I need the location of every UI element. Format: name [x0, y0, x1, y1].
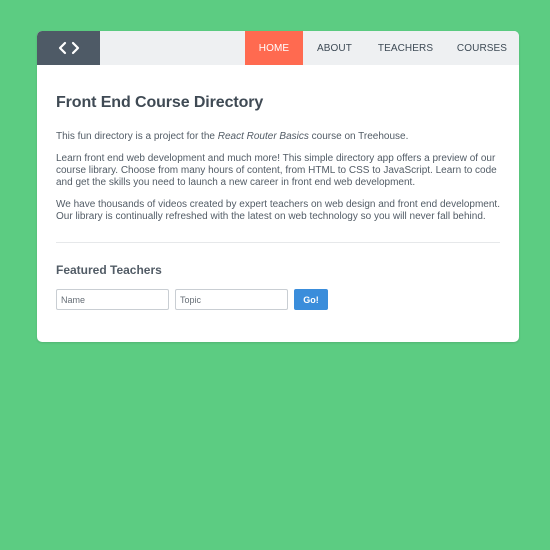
- main-card: HOME ABOUT TEACHERS COURSES Front End Co…: [37, 31, 519, 342]
- main-content: Front End Course Directory This fun dire…: [37, 94, 519, 310]
- featured-teachers-heading: Featured Teachers: [56, 263, 162, 277]
- intro-text-before: This fun directory is a project for the: [56, 131, 218, 142]
- page-title: Front End Course Directory: [56, 94, 264, 111]
- name-input[interactable]: [56, 289, 169, 310]
- code-brackets-icon: [58, 41, 79, 55]
- nav-teachers-link[interactable]: TEACHERS: [366, 31, 445, 65]
- top-navbar: HOME ABOUT TEACHERS COURSES: [37, 31, 519, 65]
- section-divider: [56, 242, 500, 243]
- go-button[interactable]: Go!: [294, 289, 328, 310]
- description-paragraph: Learn front end web development and much…: [56, 153, 497, 188]
- logo[interactable]: [37, 31, 100, 65]
- intro-text-after: course on Treehouse.: [308, 131, 409, 142]
- nav-links: HOME ABOUT TEACHERS COURSES: [245, 31, 519, 65]
- teacher-search-form: Go!: [56, 289, 500, 310]
- nav-about-link[interactable]: ABOUT: [303, 31, 366, 65]
- intro-paragraph: This fun directory is a project for the …: [56, 131, 500, 143]
- nav-courses-link[interactable]: COURSES: [445, 31, 519, 65]
- library-paragraph: We have thousands of videos created by e…: [56, 199, 500, 222]
- intro-course-name: React Router Basics: [217, 131, 309, 142]
- topic-input[interactable]: [175, 289, 288, 310]
- nav-home-link[interactable]: HOME: [245, 31, 303, 65]
